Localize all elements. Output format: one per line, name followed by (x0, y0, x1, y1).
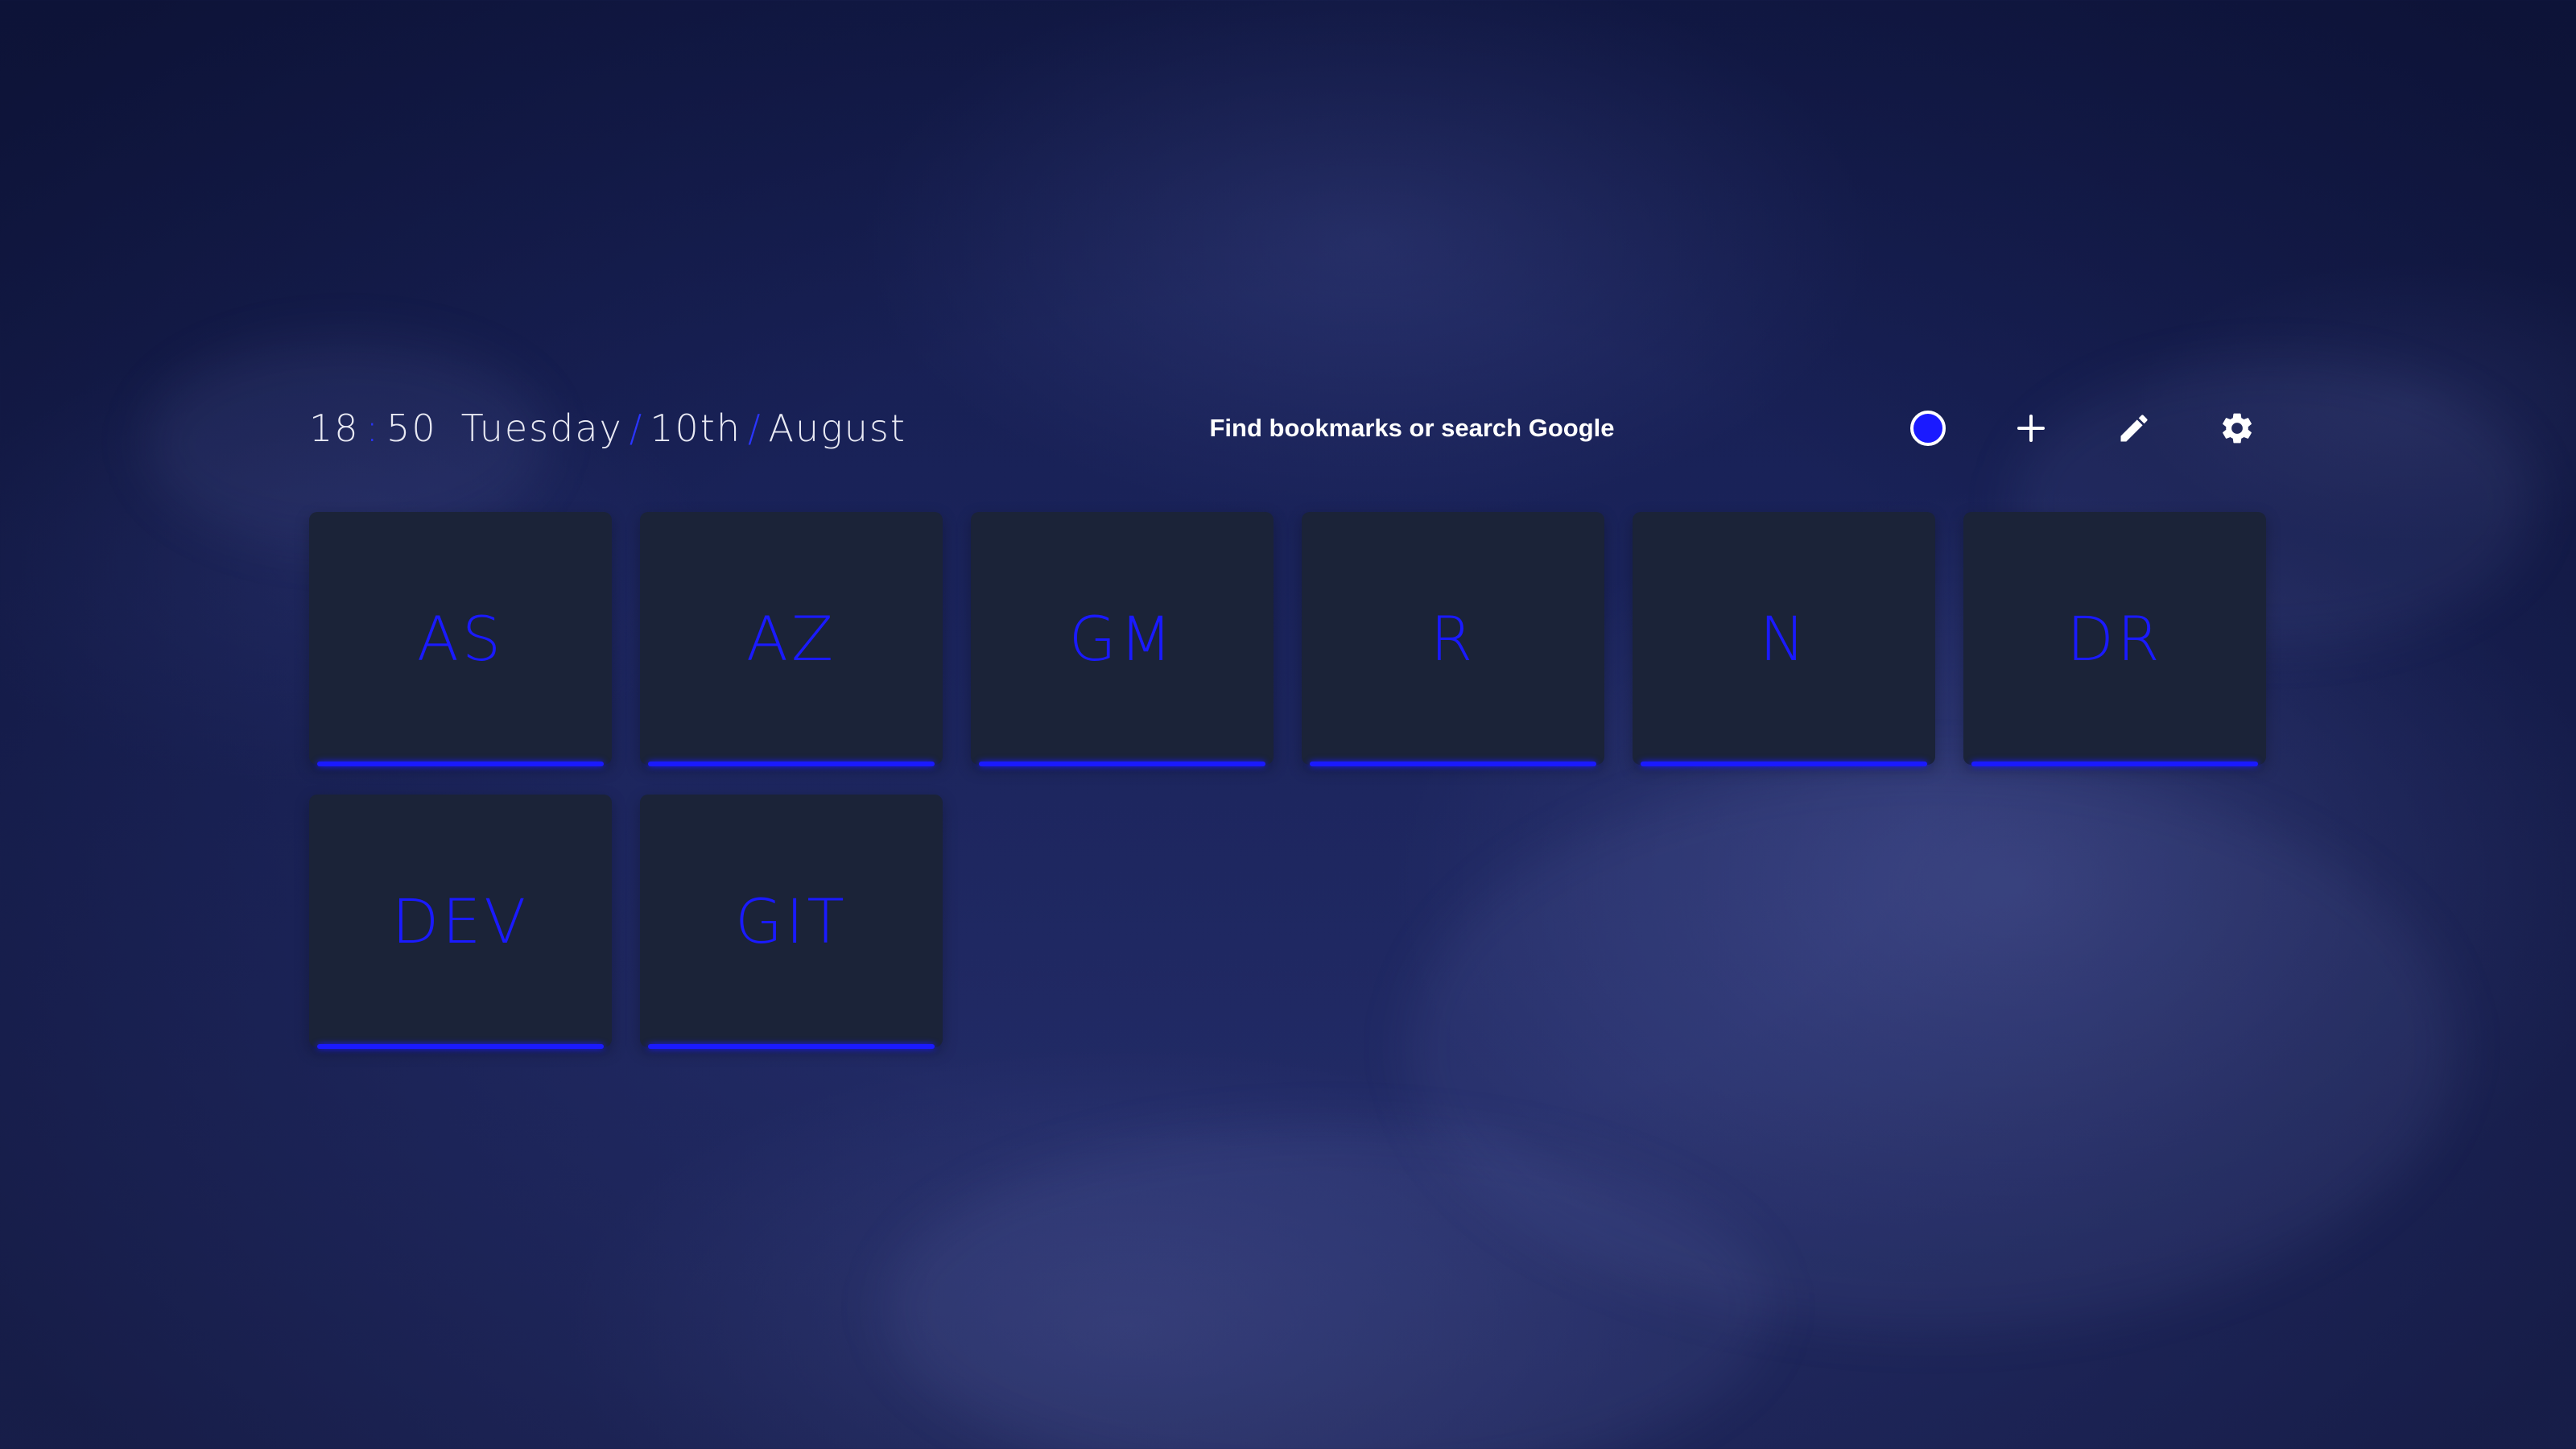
bookmark-label: GIT (735, 885, 848, 957)
bookmark-accent-bar (1310, 762, 1596, 766)
gear-icon (2223, 413, 2252, 444)
bookmark-label: N (1759, 602, 1809, 675)
bookmark-label: DR (2066, 602, 2163, 675)
bookmark-label: GM (1068, 602, 1176, 675)
clock-separator: : (365, 407, 381, 450)
bookmark-tile[interactable]: GIT (640, 795, 943, 1049)
bookmark-tile[interactable]: R (1302, 512, 1604, 766)
date-separator: / (747, 407, 762, 450)
theme-toggle-button[interactable] (1898, 398, 1958, 458)
bookmark-tile[interactable]: GM (971, 512, 1274, 766)
bookmark-accent-bar (648, 762, 935, 766)
bookmark-tile[interactable]: N (1633, 512, 1935, 766)
search-input[interactable] (1154, 403, 1670, 453)
add-bookmark-button[interactable] (2001, 398, 2061, 458)
bookmark-label: R (1430, 602, 1476, 675)
bookmark-label: AS (416, 602, 505, 675)
plus-icon (2017, 415, 2045, 442)
header-controls (1855, 398, 2267, 458)
month: August (768, 407, 906, 450)
bookmark-tile[interactable]: DEV (309, 795, 612, 1049)
bookmark-accent-bar (1971, 762, 2258, 766)
bookmark-accent-bar (648, 1044, 935, 1049)
bookmark-label: DEV (391, 885, 530, 957)
bookmark-tile[interactable]: DR (1963, 512, 2266, 766)
date-separator: / (629, 407, 644, 450)
clock-hour: 18 (309, 407, 360, 450)
theme-dot-icon (1910, 411, 1946, 446)
bookmark-tile[interactable]: AS (309, 512, 612, 766)
bookmark-accent-bar (317, 762, 604, 766)
clock-minute: 50 (386, 407, 437, 450)
search-bar (1154, 398, 1670, 458)
bookmark-tile[interactable]: AZ (640, 512, 943, 766)
bookmark-label: AZ (745, 602, 837, 675)
cloud-decoration (886, 1127, 1771, 1449)
header-bar: 18 : 50 Tuesday / 10th / August (309, 398, 2267, 458)
day: 10th (650, 407, 741, 450)
bookmark-grid: AS AZ GM R N DR DEV GIT (309, 512, 2267, 1049)
bookmark-accent-bar (1641, 762, 1927, 766)
edit-bookmarks-button[interactable] (2104, 398, 2164, 458)
bookmark-accent-bar (979, 762, 1265, 766)
weekday: Tuesday (460, 407, 623, 450)
pencil-icon (2120, 415, 2148, 442)
bookmark-accent-bar (317, 1044, 604, 1049)
settings-button[interactable] (2207, 398, 2267, 458)
date-time-display: 18 : 50 Tuesday / 10th / August (309, 398, 906, 458)
